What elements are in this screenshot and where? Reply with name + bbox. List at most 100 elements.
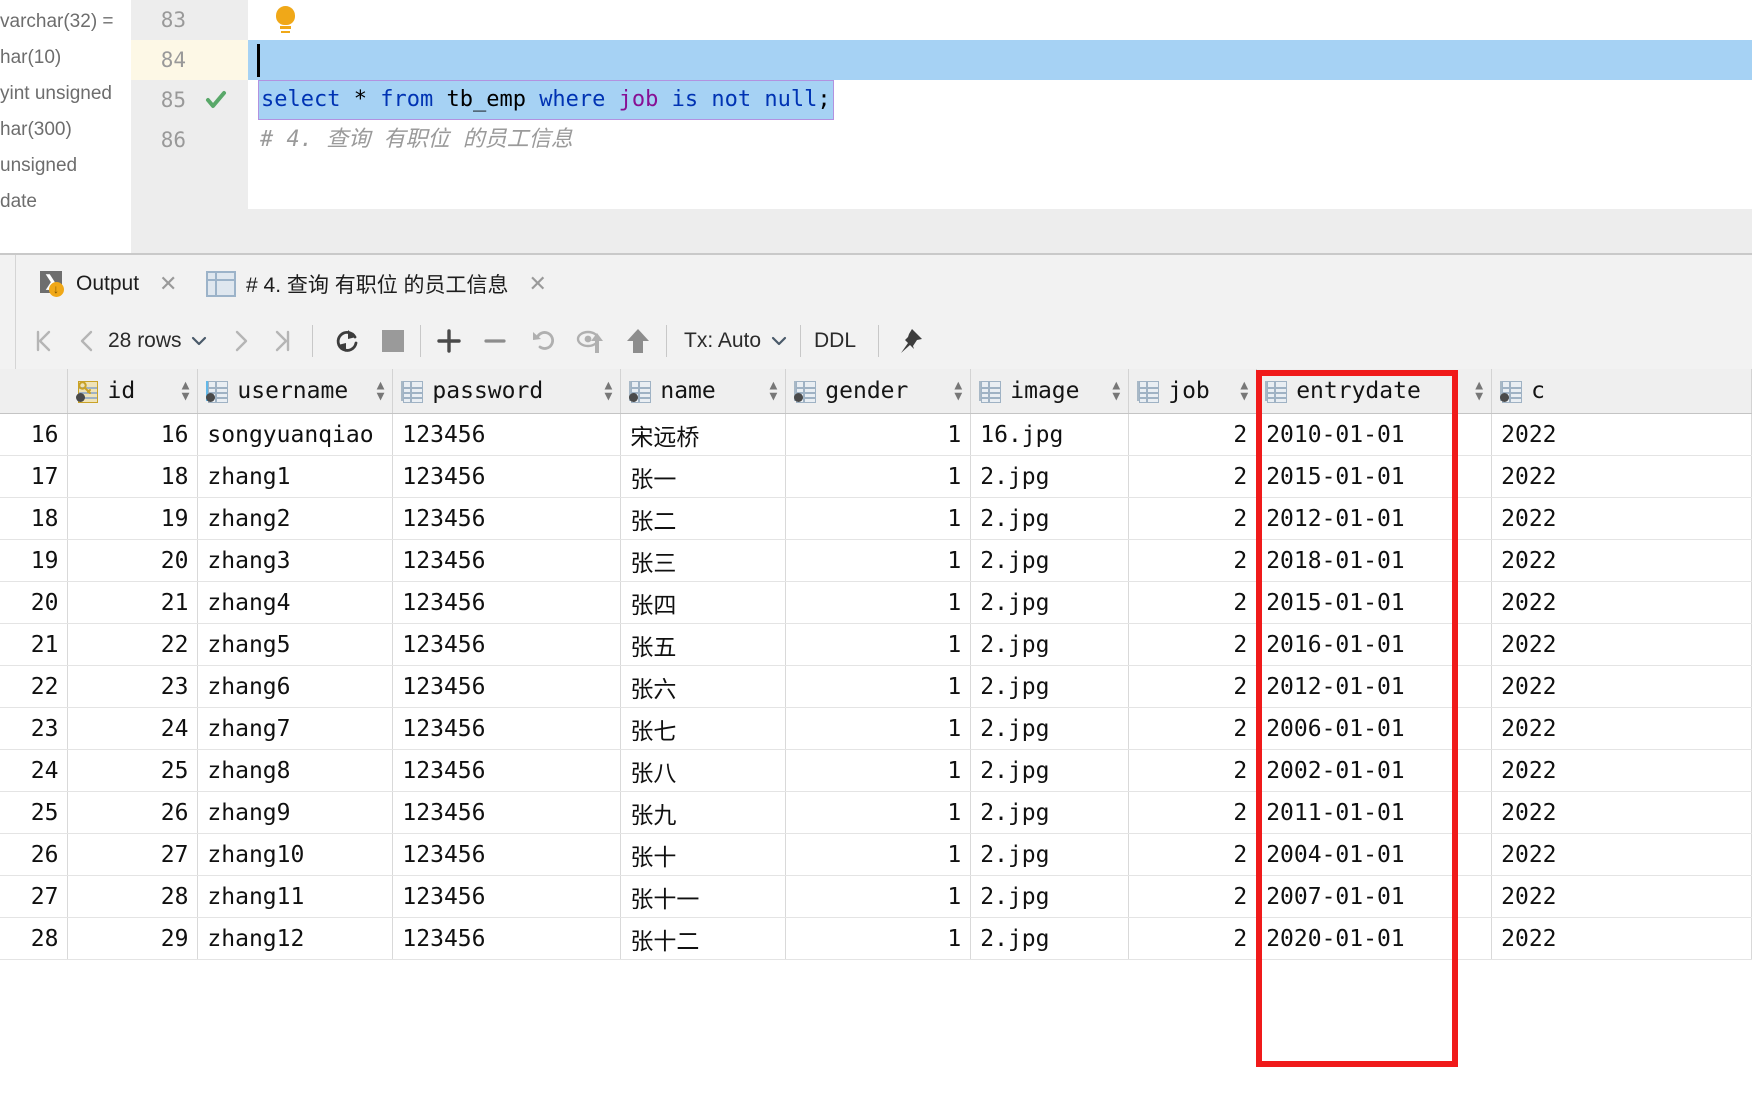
cell-gender[interactable]: 1 bbox=[785, 875, 972, 918]
revert-changes-button[interactable] bbox=[522, 313, 566, 369]
cell-name[interactable]: 张三 bbox=[620, 539, 787, 582]
cell-entrydate[interactable]: 2006-01-01 bbox=[1256, 707, 1493, 750]
cell-entrydate[interactable]: 2015-01-01 bbox=[1256, 581, 1493, 624]
sort-arrows-icon[interactable]: ▲ ▼ bbox=[605, 379, 613, 403]
cell-entrydate[interactable]: 2012-01-01 bbox=[1256, 497, 1493, 540]
cell-password[interactable]: 123456 bbox=[392, 665, 622, 708]
completion-hint-2[interactable]: yint unsigned bbox=[0, 76, 131, 112]
row-number-cell[interactable]: 26 bbox=[0, 833, 69, 876]
code-line-statement-wrap[interactable]: select * from tb_emp where job is not nu… bbox=[258, 80, 834, 120]
cell-entrydate[interactable]: 2011-01-01 bbox=[1256, 791, 1493, 834]
editor-gutter[interactable]: 83 84 85 86 bbox=[131, 0, 249, 209]
cell-c[interactable]: 2022 bbox=[1491, 623, 1752, 666]
previous-page-button[interactable] bbox=[68, 313, 106, 369]
row-number-cell[interactable]: 18 bbox=[0, 497, 69, 540]
cell-job[interactable]: 2 bbox=[1128, 581, 1258, 624]
cell-id[interactable]: 23 bbox=[67, 665, 199, 708]
cell-entrydate[interactable]: 2015-01-01 bbox=[1256, 455, 1493, 498]
intention-bulb-icon[interactable] bbox=[274, 6, 296, 33]
stop-button[interactable] bbox=[372, 313, 414, 369]
row-number-cell[interactable]: 17 bbox=[0, 455, 69, 498]
cell-username[interactable]: zhang5 bbox=[197, 623, 394, 666]
table-row[interactable]: 22 23 zhang6 123456 张六 1 2.jpg 2 2012-01-01 2022 bbox=[0, 665, 1752, 708]
close-icon[interactable]: ✕ bbox=[159, 271, 177, 297]
cell-username[interactable]: zhang12 bbox=[197, 917, 394, 960]
row-number-cell[interactable]: 19 bbox=[0, 539, 69, 582]
cell-id[interactable]: 27 bbox=[67, 833, 199, 876]
cell-username[interactable]: zhang11 bbox=[197, 875, 394, 918]
cell-name[interactable]: 张十 bbox=[620, 833, 787, 876]
cell-gender[interactable]: 1 bbox=[785, 665, 972, 708]
cell-job[interactable]: 2 bbox=[1128, 791, 1258, 834]
table-row[interactable]: 23 24 zhang7 123456 张七 1 2.jpg 2 2006-01-01 2022 bbox=[0, 707, 1752, 750]
cell-entrydate[interactable]: 2016-01-01 bbox=[1256, 623, 1493, 666]
cell-c[interactable]: 2022 bbox=[1491, 539, 1752, 582]
table-row[interactable]: 16 16 songyuanqiao 123456 宋远桥 1 16.jpg 2 2010-01… bbox=[0, 413, 1752, 456]
ddl-button[interactable]: DDL bbox=[814, 313, 856, 369]
table-row[interactable]: 27 28 zhang11 123456 张十一 1 2.jpg 2 2007-01-01 202… bbox=[0, 875, 1752, 918]
submit-and-commit-button[interactable] bbox=[568, 313, 614, 369]
cell-gender[interactable]: 1 bbox=[785, 707, 972, 750]
cell-c[interactable]: 2022 bbox=[1491, 833, 1752, 876]
cell-username[interactable]: zhang1 bbox=[197, 455, 394, 498]
column-header-password[interactable]: password ▲ ▼ bbox=[392, 369, 622, 414]
cell-username[interactable]: zhang10 bbox=[197, 833, 394, 876]
row-number-cell[interactable]: 16 bbox=[0, 413, 69, 456]
cell-username[interactable]: zhang9 bbox=[197, 791, 394, 834]
cell-job[interactable]: 2 bbox=[1128, 665, 1258, 708]
cell-gender[interactable]: 1 bbox=[785, 623, 972, 666]
cell-username[interactable]: zhang2 bbox=[197, 497, 394, 540]
sort-arrows-icon[interactable]: ▲ ▼ bbox=[954, 379, 962, 403]
cell-name[interactable]: 张七 bbox=[620, 707, 787, 750]
cell-username[interactable]: zhang8 bbox=[197, 749, 394, 792]
cell-id[interactable]: 22 bbox=[67, 623, 199, 666]
cell-id[interactable]: 28 bbox=[67, 875, 199, 918]
gutter-line-84[interactable]: 84 bbox=[131, 40, 248, 80]
cell-image[interactable]: 2.jpg bbox=[970, 581, 1130, 624]
cell-gender[interactable]: 1 bbox=[785, 497, 972, 540]
column-header-job[interactable]: job ▲ ▼ bbox=[1128, 369, 1258, 414]
cell-entrydate[interactable]: 2010-01-01 bbox=[1256, 413, 1493, 456]
cell-c[interactable]: 2022 bbox=[1491, 875, 1752, 918]
cell-gender[interactable]: 1 bbox=[785, 581, 972, 624]
green-check-icon[interactable] bbox=[205, 89, 227, 111]
cell-id[interactable]: 26 bbox=[67, 791, 199, 834]
column-header-username[interactable]: username ▲ ▼ bbox=[197, 369, 394, 414]
cell-id[interactable]: 25 bbox=[67, 749, 199, 792]
pin-tab-button[interactable] bbox=[888, 313, 932, 369]
column-header-c[interactable]: c bbox=[1491, 369, 1752, 414]
row-number-cell[interactable]: 28 bbox=[0, 917, 69, 960]
cell-password[interactable]: 123456 bbox=[392, 875, 622, 918]
cell-job[interactable]: 2 bbox=[1128, 455, 1258, 498]
completion-hint-0[interactable]: varchar(32) = bbox=[0, 4, 131, 40]
cell-gender[interactable]: 1 bbox=[785, 455, 972, 498]
cell-username[interactable]: zhang3 bbox=[197, 539, 394, 582]
next-page-button[interactable] bbox=[222, 313, 260, 369]
gutter-line-83[interactable]: 83 bbox=[131, 0, 248, 40]
cell-entrydate[interactable]: 2020-01-01 bbox=[1256, 917, 1493, 960]
cell-id[interactable]: 19 bbox=[67, 497, 199, 540]
cell-entrydate[interactable]: 2002-01-01 bbox=[1256, 749, 1493, 792]
cell-image[interactable]: 2.jpg bbox=[970, 917, 1130, 960]
column-header-name[interactable]: name ▲ ▼ bbox=[620, 369, 787, 414]
row-number-cell[interactable]: 21 bbox=[0, 623, 69, 666]
column-header-entrydate[interactable]: entrydate ▲ ▼ bbox=[1256, 369, 1493, 414]
row-number-cell[interactable]: 23 bbox=[0, 707, 69, 750]
row-number-cell[interactable]: 25 bbox=[0, 791, 69, 834]
cell-c[interactable]: 2022 bbox=[1491, 581, 1752, 624]
cell-id[interactable]: 18 bbox=[67, 455, 199, 498]
completion-hint-3[interactable]: har(300) bbox=[0, 112, 131, 148]
cell-image[interactable]: 2.jpg bbox=[970, 791, 1130, 834]
cell-password[interactable]: 123456 bbox=[392, 497, 622, 540]
cell-name[interactable]: 张五 bbox=[620, 623, 787, 666]
column-header-image[interactable]: image ▲ ▼ bbox=[970, 369, 1130, 414]
gutter-line-85[interactable]: 85 bbox=[131, 80, 248, 120]
table-row[interactable]: 21 22 zhang5 123456 张五 1 2.jpg 2 2016-01-01 2022 bbox=[0, 623, 1752, 666]
cell-gender[interactable]: 1 bbox=[785, 833, 972, 876]
cell-job[interactable]: 2 bbox=[1128, 749, 1258, 792]
table-row[interactable]: 25 26 zhang9 123456 张九 1 2.jpg 2 2011-01-01 2022 bbox=[0, 791, 1752, 834]
cell-password[interactable]: 123456 bbox=[392, 539, 622, 582]
cell-id[interactable]: 29 bbox=[67, 917, 199, 960]
result-grid[interactable]: id ▲ ▼ username ▲ ▼ password ▲ ▼ name ▲ … bbox=[0, 369, 1752, 969]
first-page-button[interactable] bbox=[24, 313, 64, 369]
